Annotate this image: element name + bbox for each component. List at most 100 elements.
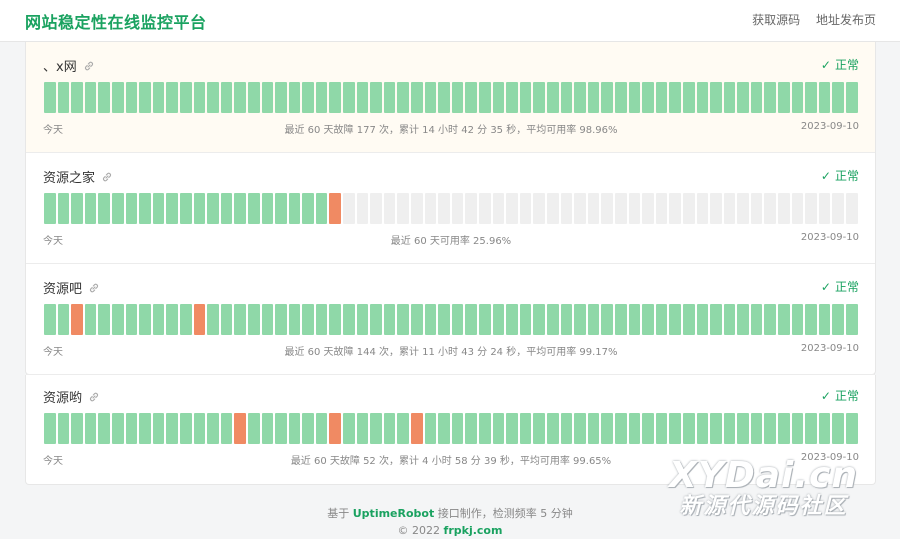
uptime-day-bar[interactable] (546, 304, 559, 335)
uptime-day-bar[interactable] (628, 82, 641, 113)
uptime-day-bar[interactable] (587, 304, 600, 335)
uptime-day-bar[interactable] (98, 193, 110, 224)
uptime-day-bar[interactable] (370, 413, 382, 444)
uptime-day-bar[interactable] (546, 413, 559, 444)
uptime-day-bar[interactable] (111, 304, 124, 335)
uptime-day-bar[interactable] (587, 413, 600, 444)
no-data-day-bar[interactable] (696, 193, 709, 224)
uptime-day-bar[interactable] (84, 193, 97, 224)
uptime-day-bar[interactable] (669, 82, 681, 113)
uptime-day-bar[interactable] (519, 304, 532, 335)
uptime-day-bar[interactable] (560, 413, 573, 444)
uptime-day-bar[interactable] (791, 413, 804, 444)
uptime-day-bar[interactable] (220, 413, 233, 444)
uptime-day-bar[interactable] (710, 304, 722, 335)
uptime-day-bar[interactable] (234, 193, 246, 224)
uptime-day-bar[interactable] (98, 413, 110, 444)
no-data-day-bar[interactable] (574, 193, 586, 224)
uptime-day-bar[interactable] (601, 413, 613, 444)
no-data-day-bar[interactable] (750, 193, 763, 224)
uptime-day-bar[interactable] (737, 413, 749, 444)
uptime-day-bar[interactable] (682, 413, 695, 444)
no-data-day-bar[interactable] (642, 193, 654, 224)
uptime-day-bar[interactable] (44, 82, 56, 113)
uptime-day-bar[interactable] (818, 304, 831, 335)
uptime-day-bar[interactable] (710, 413, 722, 444)
uptime-day-bar[interactable] (574, 304, 586, 335)
uptime-day-bar[interactable] (275, 193, 287, 224)
uptime-day-bar[interactable] (411, 82, 423, 113)
no-data-day-bar[interactable] (560, 193, 573, 224)
uptime-day-bar[interactable] (424, 82, 437, 113)
uptime-day-bar[interactable] (111, 413, 124, 444)
uptime-day-bar[interactable] (139, 413, 151, 444)
uptime-day-bar[interactable] (125, 82, 138, 113)
uptime-day-bar[interactable] (750, 304, 763, 335)
uptime-day-bar[interactable] (764, 304, 777, 335)
uptime-day-bar[interactable] (397, 413, 410, 444)
uptime-day-bar[interactable] (207, 413, 219, 444)
no-data-day-bar[interactable] (356, 193, 369, 224)
uptime-day-bar[interactable] (587, 82, 600, 113)
uptime-day-bar[interactable] (234, 304, 246, 335)
uptime-day-bar[interactable] (764, 413, 777, 444)
uptime-day-bar[interactable] (397, 304, 410, 335)
uptime-day-bar[interactable] (438, 304, 450, 335)
uptime-day-bar[interactable] (737, 304, 749, 335)
uptime-day-bar[interactable] (669, 413, 681, 444)
uptime-day-bar[interactable] (696, 413, 709, 444)
uptime-day-bar[interactable] (465, 82, 477, 113)
uptime-day-bar[interactable] (261, 82, 274, 113)
uptime-day-bar[interactable] (275, 413, 287, 444)
uptime-day-bar[interactable] (492, 82, 505, 113)
downtime-day-bar[interactable] (329, 193, 342, 224)
no-data-day-bar[interactable] (397, 193, 410, 224)
uptime-day-bar[interactable] (288, 82, 301, 113)
uptime-day-bar[interactable] (492, 413, 505, 444)
address-page-link[interactable]: 地址发布页 (816, 13, 876, 27)
uptime-day-bar[interactable] (207, 304, 219, 335)
uptime-day-bar[interactable] (275, 304, 287, 335)
uptime-day-bar[interactable] (44, 304, 56, 335)
uptime-day-bar[interactable] (166, 82, 178, 113)
uptime-day-bar[interactable] (614, 304, 627, 335)
downtime-day-bar[interactable] (329, 413, 342, 444)
uptime-day-bar[interactable] (315, 193, 328, 224)
uptime-day-bar[interactable] (737, 82, 749, 113)
link-icon[interactable] (88, 282, 100, 298)
uptime-day-bar[interactable] (302, 193, 314, 224)
uptime-day-bar[interactable] (84, 304, 97, 335)
uptime-day-bar[interactable] (44, 413, 56, 444)
uptime-day-bar[interactable] (152, 304, 165, 335)
uptime-day-bar[interactable] (628, 304, 641, 335)
uptime-day-bar[interactable] (778, 413, 790, 444)
uptime-day-bar[interactable] (193, 413, 206, 444)
uptime-day-bar[interactable] (805, 413, 817, 444)
uptime-day-bar[interactable] (383, 413, 396, 444)
uptime-day-bar[interactable] (44, 193, 56, 224)
uptime-day-bar[interactable] (288, 193, 301, 224)
uptime-day-bar[interactable] (356, 304, 369, 335)
uptime-day-bar[interactable] (479, 413, 491, 444)
no-data-day-bar[interactable] (737, 193, 749, 224)
link-icon[interactable] (83, 60, 95, 76)
no-data-day-bar[interactable] (655, 193, 668, 224)
uptime-day-bar[interactable] (533, 82, 545, 113)
uptime-day-bar[interactable] (125, 304, 138, 335)
uptime-day-bar[interactable] (465, 304, 477, 335)
uptime-day-bar[interactable] (302, 413, 314, 444)
get-source-link[interactable]: 获取源码 (752, 13, 800, 27)
uptime-day-bar[interactable] (152, 82, 165, 113)
uptime-day-bar[interactable] (628, 413, 641, 444)
uptime-day-bar[interactable] (71, 193, 83, 224)
uptime-day-bar[interactable] (370, 304, 382, 335)
uptime-day-bar[interactable] (84, 413, 97, 444)
uptime-day-bar[interactable] (764, 82, 777, 113)
uptime-day-bar[interactable] (57, 193, 70, 224)
uptime-day-bar[interactable] (275, 82, 287, 113)
uptime-day-bar[interactable] (343, 304, 355, 335)
uptime-day-bar[interactable] (574, 82, 586, 113)
uptime-day-bar[interactable] (791, 304, 804, 335)
no-data-day-bar[interactable] (791, 193, 804, 224)
uptime-day-bar[interactable] (179, 304, 192, 335)
